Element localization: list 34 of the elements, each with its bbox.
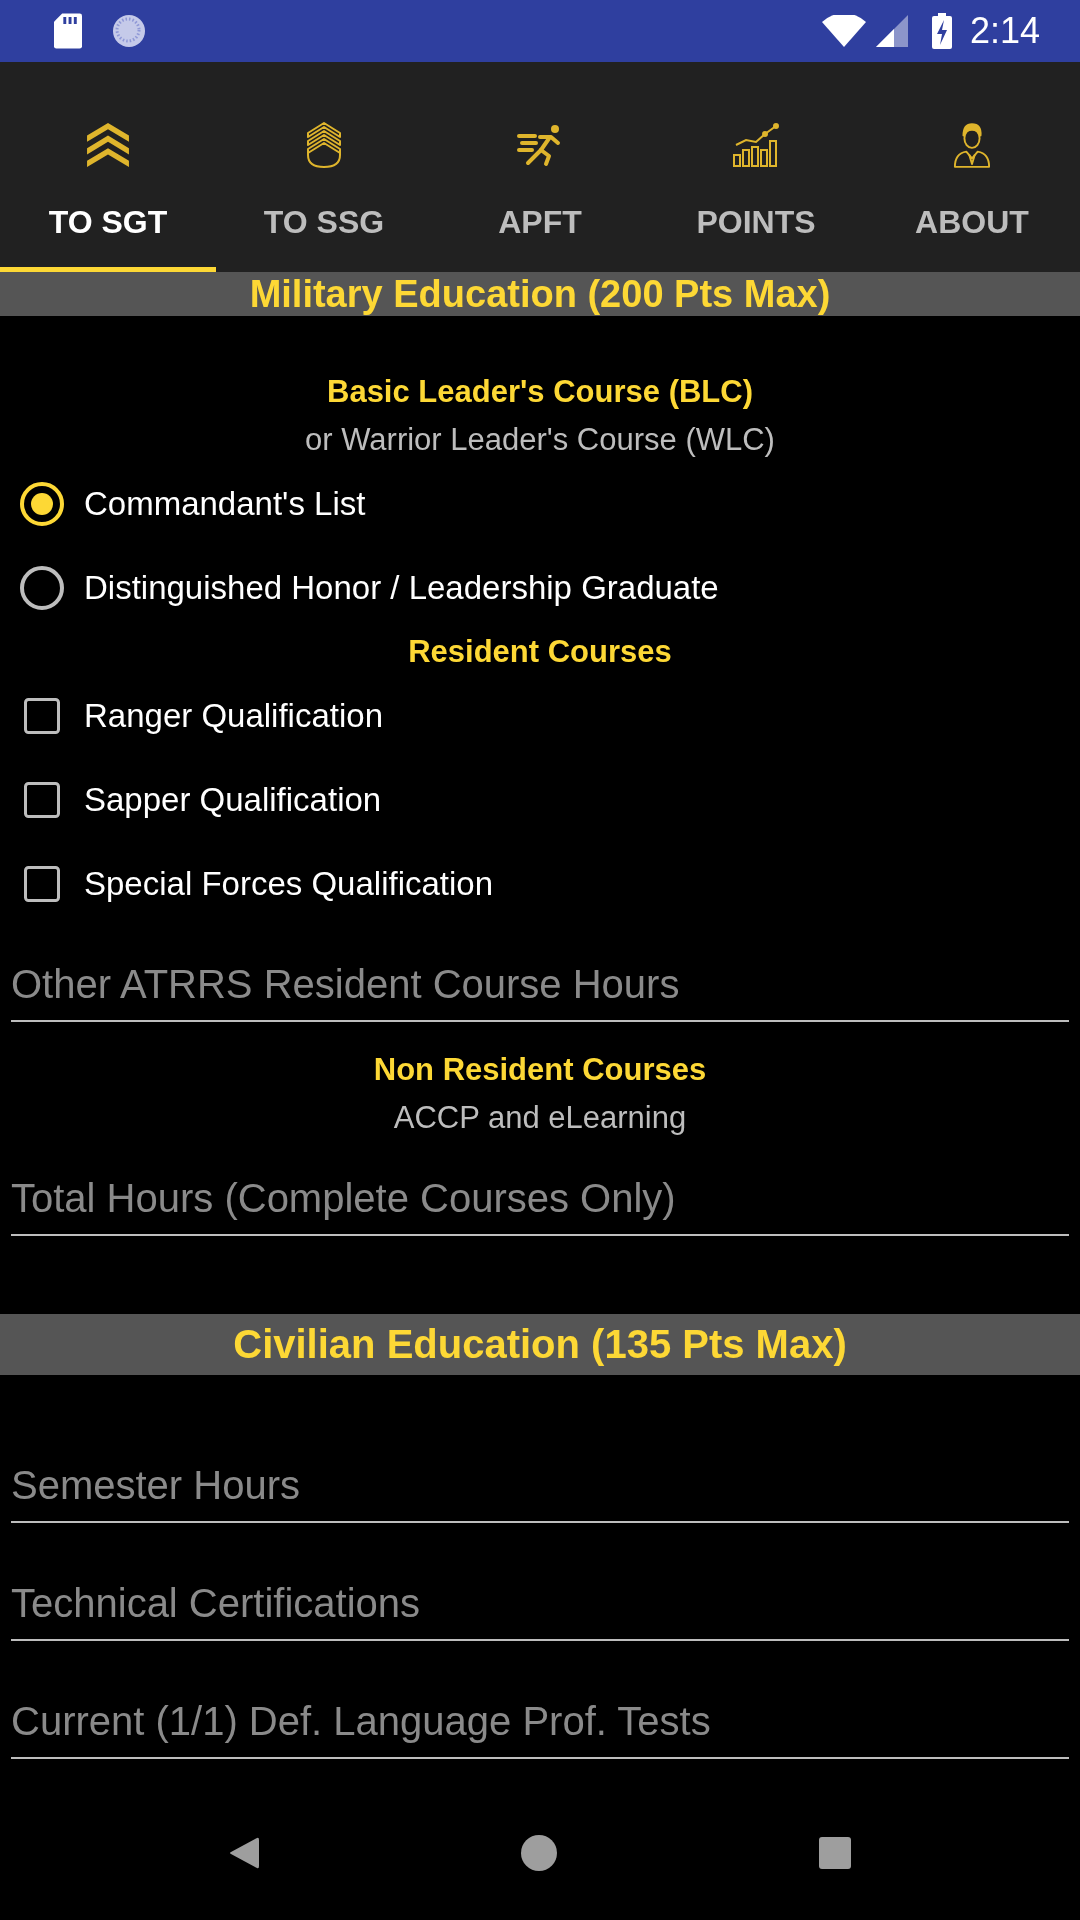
section-header: Civilian Education (135 Pts Max) [0, 1314, 1080, 1375]
subheading-note: ACCP and eLearning [393, 1099, 687, 1137]
back-button[interactable] [229, 1835, 259, 1870]
input-field[interactable]: Other ATRRS Resident Course Hours [11, 926, 1069, 1022]
input-field[interactable]: Total Hours (Complete Courses Only) [11, 1140, 1069, 1236]
status-time: 2:14 [969, 11, 1040, 51]
section-subheading: Basic Leader's Course (BLC) [327, 373, 753, 411]
battery-charging-icon [931, 13, 952, 49]
chevron-rocker-rank-icon [307, 122, 341, 168]
section-header: Military Education (200 Pts Max) [0, 272, 1080, 316]
tab[interactable]: POINTS [648, 62, 864, 272]
radio-option[interactable]: Distinguished Honor / Leadership Graduate [0, 546, 719, 630]
bar-chart-icon [732, 123, 780, 167]
tab[interactable]: APFT [432, 62, 648, 272]
input-field[interactable]: Semester Hours [11, 1405, 1069, 1523]
checkbox-option[interactable]: Special Forces Qualification [0, 842, 494, 926]
section-subheading: Resident Courses [408, 633, 672, 671]
dotted-circle-icon [112, 14, 146, 48]
radio-option[interactable]: Commandant's List [0, 462, 366, 546]
recent-apps-button[interactable] [819, 1836, 851, 1869]
sd-card-icon [54, 13, 82, 49]
person-icon [953, 122, 991, 168]
tab[interactable]: ABOUT [864, 62, 1080, 272]
chevron-rank-icon [87, 123, 129, 167]
checkbox-option[interactable]: Ranger Qualification [0, 674, 383, 758]
wifi-icon [821, 15, 866, 47]
tab[interactable]: TO SSG [216, 62, 432, 272]
signal-icon [875, 15, 908, 47]
checkbox-option[interactable]: Sapper Qualification [0, 758, 382, 842]
home-button[interactable] [521, 1834, 557, 1871]
section-subheading: Non Resident Courses [373, 1051, 707, 1089]
input-field[interactable]: Technical Certifications [11, 1523, 1069, 1641]
subheading-note: or Warrior Leader's Course (WLC) [305, 421, 775, 459]
input-field[interactable]: Current (1/1) Def. Language Prof. Tests [11, 1641, 1069, 1759]
